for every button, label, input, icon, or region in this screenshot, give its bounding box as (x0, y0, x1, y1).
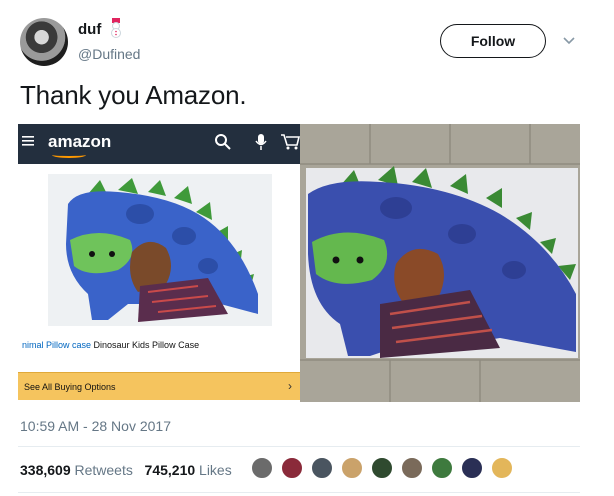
chevron-down-icon[interactable] (562, 34, 576, 48)
liker-avatar[interactable] (340, 456, 364, 480)
tweet-stats: 338,609 Retweets 745,210 Likes (20, 462, 232, 478)
see-all-buying-options-button[interactable]: See All Buying Options › (18, 372, 300, 400)
liker-avatar[interactable] (310, 456, 334, 480)
divider (18, 446, 580, 447)
pillow-photo[interactable] (300, 124, 580, 402)
microphone-icon (255, 134, 267, 150)
liker-avatar[interactable] (400, 456, 424, 480)
liker-avatar[interactable] (430, 456, 454, 480)
divider (18, 492, 580, 493)
snowman-emoji-icon (111, 18, 121, 38)
liker-avatar[interactable] (370, 456, 394, 480)
follow-button[interactable]: Follow (440, 24, 546, 58)
menu-icon (22, 136, 34, 146)
author-handle[interactable]: @Dufined (78, 46, 140, 62)
amazon-logo: amazon (48, 132, 112, 151)
product-caption-link[interactable]: nimal Pillow case (22, 340, 91, 350)
amazon-screenshot[interactable]: amazon nimal Pillow case Dinosaur Kids P… (18, 124, 300, 402)
likes-label[interactable]: Likes (199, 462, 232, 478)
product-image[interactable] (48, 174, 272, 326)
product-caption[interactable]: nimal Pillow case Dinosaur Kids Pillow C… (22, 340, 199, 350)
liker-avatar[interactable] (490, 456, 514, 480)
liker-avatar[interactable] (250, 456, 274, 480)
tweet-text: Thank you Amazon. (20, 80, 247, 110)
amazon-header: amazon (18, 124, 300, 164)
retweets-label[interactable]: Retweets (75, 462, 133, 478)
search-icon (215, 134, 231, 150)
author-avatar[interactable] (20, 18, 68, 66)
tweet-media[interactable]: amazon nimal Pillow case Dinosaur Kids P… (18, 124, 580, 402)
tweet-timestamp[interactable]: 10:59 AM - 28 Nov 2017 (20, 418, 171, 434)
product-caption-rest: Dinosaur Kids Pillow Case (91, 340, 200, 350)
author-name[interactable]: duf (78, 21, 101, 38)
retweet-count[interactable]: 338,609 (20, 462, 71, 478)
chevron-right-icon: › (288, 379, 292, 393)
buy-options-label: See All Buying Options (24, 382, 116, 392)
cart-icon (281, 134, 300, 150)
amazon-smile (52, 152, 86, 158)
liker-avatar[interactable] (460, 456, 484, 480)
like-count[interactable]: 745,210 (145, 462, 196, 478)
liker-avatar[interactable] (280, 456, 304, 480)
